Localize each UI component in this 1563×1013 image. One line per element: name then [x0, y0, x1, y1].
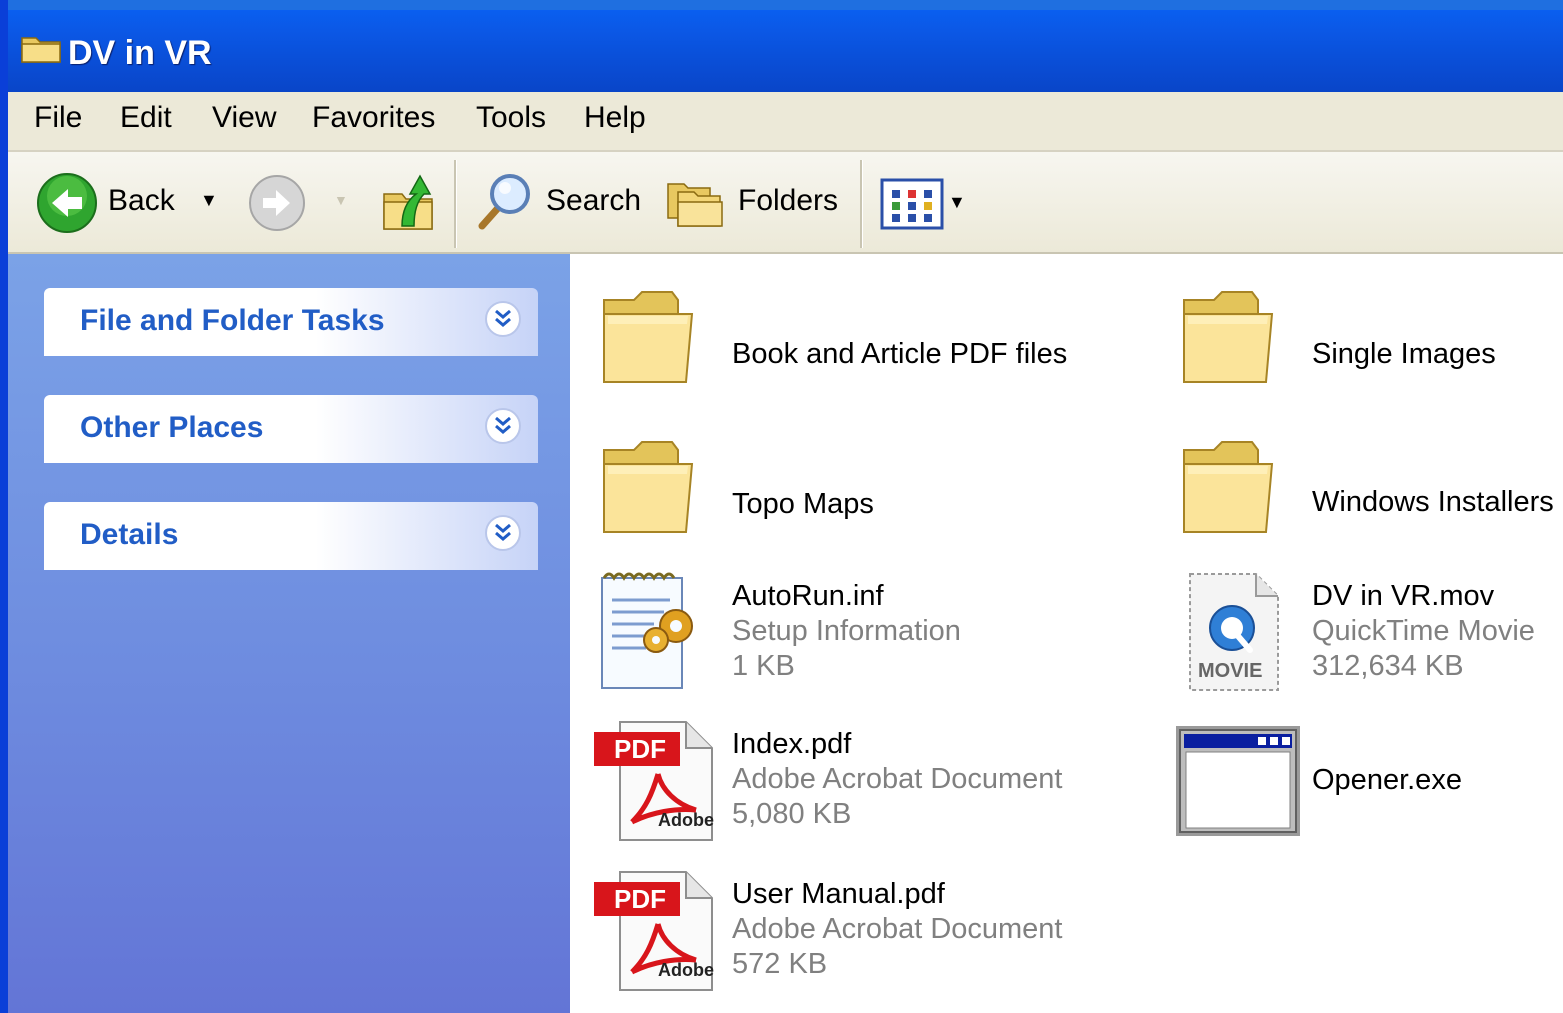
item-type: QuickTime Movie [1312, 615, 1535, 647]
folder-item[interactable]: Windows Installers [1170, 428, 1563, 548]
search-button[interactable]: Search [468, 152, 648, 252]
window-title: DV in VR [68, 34, 212, 72]
forward-button[interactable]: ▼ [242, 152, 352, 252]
folder-icon [603, 441, 694, 533]
forward-dropdown-icon[interactable]: ▼ [334, 192, 348, 208]
back-arrow-icon [37, 173, 97, 233]
views-dropdown-icon[interactable]: ▼ [948, 192, 966, 213]
back-label: Back [108, 184, 175, 217]
search-label: Search [546, 184, 642, 217]
item-type: Adobe Acrobat Document [732, 763, 1063, 795]
task-group-file-and-folder-tasks[interactable]: File and Folder Tasks [44, 288, 538, 356]
toolbar: Back ▼ ▼ Search Folders ▼ [8, 152, 1563, 254]
item-size: 312,634 KB [1312, 650, 1464, 682]
pdf-icon-badge: PDF [614, 884, 666, 914]
task-title: Details [80, 518, 179, 551]
menu-edit[interactable]: Edit [114, 101, 178, 135]
task-title: Other Places [80, 411, 264, 444]
menu-file[interactable]: File [28, 101, 88, 135]
task-group-other-places[interactable]: Other Places [44, 395, 538, 463]
menu-favorites[interactable]: Favorites [306, 101, 441, 135]
application-icon [1176, 726, 1300, 836]
title-bar[interactable]: DV in VR [8, 0, 1563, 92]
views-icon [880, 178, 944, 230]
file-item[interactable]: PDF Adobe Index.pdf Adobe Acrobat Docume… [590, 716, 1130, 846]
folder-item[interactable]: Single Images [1170, 278, 1563, 398]
item-type: Adobe Acrobat Document [732, 913, 1063, 945]
file-item[interactable]: MOVIE DV in VR.mov QuickTime Movie 312,6… [1170, 566, 1563, 696]
forward-arrow-icon [249, 175, 305, 231]
chevron-down-icon[interactable] [484, 407, 522, 445]
item-name: Opener.exe [1312, 764, 1462, 796]
adobe-icon-label: Adobe [658, 960, 714, 980]
setup-file-icon [601, 572, 693, 689]
menu-view[interactable]: View [206, 101, 282, 135]
adobe-icon-label: Adobe [658, 810, 714, 830]
item-name: Windows Installers [1312, 486, 1554, 518]
item-name: DV in VR.mov [1312, 580, 1495, 612]
item-name: Book and Article PDF files [732, 338, 1068, 370]
item-name: User Manual.pdf [732, 878, 945, 910]
back-button[interactable]: Back ▼ [32, 152, 222, 252]
back-dropdown-icon[interactable]: ▼ [200, 190, 218, 211]
folder-item[interactable]: Book and Article PDF files [590, 278, 1130, 398]
folder-icon [1183, 291, 1274, 383]
item-type: Setup Information [732, 615, 961, 647]
item-name: Topo Maps [732, 488, 874, 520]
file-item[interactable]: PDF Adobe User Manual.pdf Adobe Acrobat … [590, 866, 1130, 996]
explorer-window: DV in VR File Edit View Favorites Tools … [0, 0, 1563, 1013]
task-title: File and Folder Tasks [80, 304, 385, 337]
item-name: Single Images [1312, 338, 1496, 370]
search-icon [478, 174, 530, 230]
folders-button[interactable]: Folders [662, 152, 846, 252]
item-size: 1 KB [732, 650, 795, 682]
item-size: 5,080 KB [732, 798, 852, 830]
folders-label: Folders [738, 184, 839, 217]
file-item[interactable]: Opener.exe [1170, 716, 1563, 846]
movie-icon-label: MOVIE [1198, 660, 1263, 682]
up-folder-icon [383, 174, 433, 230]
menu-bar: File Edit View Favorites Tools Help [8, 92, 1563, 152]
file-list: Book and Article PDF files Single Images… [570, 254, 1563, 1013]
folder-icon [1183, 441, 1274, 533]
chevron-down-icon[interactable] [484, 300, 522, 338]
folder-item[interactable]: Topo Maps [590, 428, 1130, 548]
folder-icon [21, 37, 61, 63]
item-size: 572 KB [732, 948, 828, 980]
item-name: AutoRun.inf [732, 580, 884, 612]
task-pane: File and Folder Tasks Other Places Detai… [8, 254, 570, 1013]
folder-icon [603, 291, 694, 383]
up-folder-button[interactable] [376, 152, 440, 252]
folders-icon [667, 183, 723, 227]
task-group-details[interactable]: Details [44, 502, 538, 570]
menu-tools[interactable]: Tools [470, 101, 552, 135]
pdf-icon-badge: PDF [614, 734, 666, 764]
item-name: Index.pdf [732, 728, 852, 760]
menu-help[interactable]: Help [578, 101, 652, 135]
views-button[interactable]: ▼ [874, 152, 974, 252]
chevron-down-icon[interactable] [484, 514, 522, 552]
file-item[interactable]: AutoRun.inf Setup Information 1 KB [590, 566, 1130, 696]
